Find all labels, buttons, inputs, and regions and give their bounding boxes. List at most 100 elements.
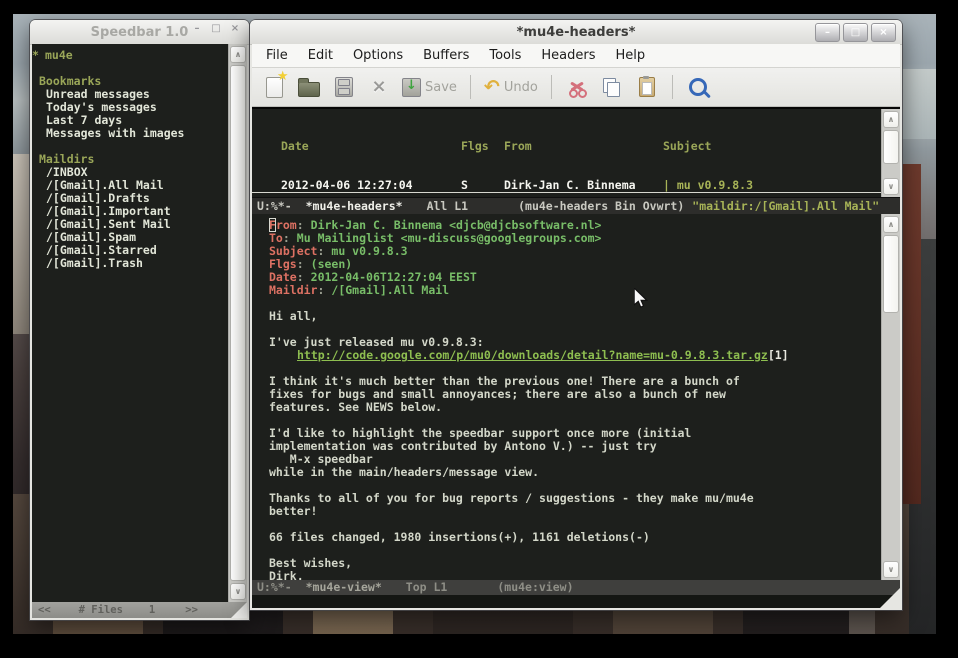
scrollbar-track[interactable] bbox=[883, 165, 899, 177]
speedbar-scrollbar[interactable]: ∧ ∨ bbox=[228, 44, 247, 602]
speedbar-root-label[interactable]: mu4e bbox=[45, 48, 73, 62]
minimize-icon[interactable]: – bbox=[189, 23, 205, 34]
scroll-down-icon[interactable]: ∨ bbox=[230, 583, 246, 600]
cut-button[interactable] bbox=[565, 79, 589, 96]
close-icon[interactable]: × bbox=[227, 23, 243, 34]
resize-grip[interactable] bbox=[231, 602, 247, 618]
speedbar-prev-button[interactable]: << bbox=[38, 604, 51, 616]
scroll-up-icon[interactable]: ∧ bbox=[230, 46, 246, 63]
menubar: File Edit Options Buffers Tools Headers … bbox=[252, 44, 900, 68]
speedbar-item-drafts[interactable]: /[Gmail].Drafts bbox=[32, 191, 228, 204]
new-file-button[interactable]: ★ bbox=[262, 77, 286, 98]
speedbar-item-last-7-days[interactable]: Last 7 days bbox=[32, 113, 228, 126]
speedbar-section-bookmarks: Bookmarks bbox=[32, 74, 228, 87]
minimize-icon[interactable]: – bbox=[815, 23, 840, 42]
kill-buffer-button[interactable]: × bbox=[367, 78, 391, 96]
save-button[interactable]: ↓ Save bbox=[402, 78, 457, 97]
modeline-buffer-name[interactable]: *mu4e-headers* bbox=[306, 200, 403, 213]
field-value: 2012-04-06T12:27:04 EEST bbox=[311, 270, 477, 284]
view-scrollbar[interactable]: ∧ ∨ bbox=[881, 214, 900, 580]
modeline-major-mode[interactable]: (mu4e-headers Bin Ovwrt) bbox=[518, 200, 684, 213]
cell-subject: | mu v0.9.8.3 bbox=[663, 179, 753, 192]
minibuffer[interactable] bbox=[252, 595, 900, 608]
message-line: Thanks to all of you for bug reports / s… bbox=[269, 492, 881, 505]
copy-icon bbox=[603, 78, 621, 96]
column-date[interactable]: Date bbox=[281, 140, 309, 153]
headers-scrollbar[interactable]: ∧ ∨ bbox=[881, 109, 900, 197]
scroll-down-icon[interactable]: ∨ bbox=[883, 178, 899, 195]
download-link[interactable]: http://code.google.com/p/mu0/downloads/d… bbox=[297, 348, 768, 362]
search-button[interactable] bbox=[686, 78, 710, 96]
scrollbar-track[interactable] bbox=[883, 314, 899, 560]
menu-help[interactable]: Help bbox=[606, 48, 656, 63]
file-cabinet-icon bbox=[335, 77, 353, 97]
column-subject[interactable]: Subject bbox=[663, 140, 711, 153]
emacs-titlebar[interactable]: *mu4e-headers* – □ × bbox=[250, 20, 902, 45]
headers-scrollbar-thumb[interactable] bbox=[883, 130, 899, 164]
speedbar-item-todays-messages[interactable]: Today's messages bbox=[32, 100, 228, 113]
speedbar-item-starred[interactable]: /[Gmail].Starred bbox=[32, 243, 228, 256]
emacs-frame: File Edit Options Buffers Tools Headers … bbox=[252, 44, 900, 608]
view-field-maildir: Maildir:/[Gmail].All Mail bbox=[269, 284, 881, 297]
copy-button[interactable] bbox=[600, 78, 624, 96]
speedbar-files-label: # Files bbox=[79, 604, 123, 616]
paste-button[interactable] bbox=[635, 77, 659, 97]
speedbar-next-button[interactable]: >> bbox=[185, 604, 198, 616]
expand-marker-icon[interactable]: * bbox=[32, 48, 39, 62]
menu-buffers[interactable]: Buffers bbox=[413, 48, 479, 63]
field-label: Subject bbox=[269, 244, 317, 258]
cut-icon bbox=[568, 79, 586, 96]
modeline-major-mode[interactable]: (mu4e:view) bbox=[497, 581, 573, 594]
field-value: /[Gmail].All Mail bbox=[331, 283, 449, 297]
field-value: Dirk-Jan C. Binnema <djcb@djcbsoftware.n… bbox=[311, 218, 602, 232]
message-line: Dirk. bbox=[269, 570, 881, 580]
speedbar-root-mu4e[interactable]: * mu4e bbox=[32, 48, 228, 61]
undo-button[interactable]: ↶ Undo bbox=[484, 78, 538, 97]
speedbar-titlebar[interactable]: Speedbar 1.0 – □ × bbox=[30, 20, 249, 45]
close-icon[interactable]: × bbox=[871, 23, 896, 42]
message-view: From:Dirk-Jan C. Binnema <djcb@djcbsoftw… bbox=[252, 214, 881, 580]
dired-button[interactable] bbox=[332, 77, 356, 97]
speedbar-item-all-mail[interactable]: /[Gmail].All Mail bbox=[32, 178, 228, 191]
search-icon bbox=[689, 78, 707, 96]
speedbar-item-messages-with-images[interactable]: Messages with images bbox=[32, 126, 228, 139]
maximize-icon[interactable]: □ bbox=[843, 23, 868, 42]
speedbar-scrollbar-thumb[interactable] bbox=[230, 65, 246, 581]
text-cursor: F bbox=[269, 218, 276, 232]
scroll-down-icon[interactable]: ∨ bbox=[883, 561, 899, 578]
toolbar-separator bbox=[672, 75, 673, 99]
header-row-selected[interactable]: 2012-04-06 12:27:04 S Dirk-Jan C. Binnem… bbox=[252, 179, 881, 193]
open-file-button[interactable] bbox=[297, 77, 321, 97]
menu-edit[interactable]: Edit bbox=[298, 48, 343, 63]
column-flags[interactable]: Flgs bbox=[461, 140, 489, 153]
maximize-icon[interactable]: □ bbox=[208, 23, 224, 34]
speedbar-item-sent-mail[interactable]: /[Gmail].Sent Mail bbox=[32, 217, 228, 230]
blank-line bbox=[32, 61, 228, 74]
menu-file[interactable]: File bbox=[256, 48, 298, 63]
speedbar-section-maildirs: Maildirs bbox=[32, 152, 228, 165]
speedbar-item-important[interactable]: /[Gmail].Important bbox=[32, 204, 228, 217]
speedbar-statusbar: << # Files 1 >> bbox=[32, 602, 247, 618]
scroll-up-icon[interactable]: ∧ bbox=[883, 216, 899, 233]
field-colon: : bbox=[317, 244, 324, 258]
column-from[interactable]: From bbox=[504, 140, 532, 153]
modeline-buffer-name[interactable]: *mu4e-view* bbox=[306, 581, 382, 594]
field-colon: : bbox=[297, 218, 304, 232]
modeline-flags: U:%*- bbox=[257, 200, 292, 213]
message-line: Best wishes, bbox=[269, 557, 881, 570]
speedbar-item-trash[interactable]: /[Gmail].Trash bbox=[32, 256, 228, 269]
message-line: while in the main/headers/message view. bbox=[269, 466, 881, 479]
scroll-up-icon[interactable]: ∧ bbox=[883, 111, 899, 128]
star-icon: ★ bbox=[277, 70, 289, 83]
menu-tools[interactable]: Tools bbox=[479, 48, 531, 63]
mu4e-headers-pane: Date Flgs From Subject 2012-04-06 12:27:… bbox=[252, 107, 900, 197]
speedbar-item-unread-messages[interactable]: Unread messages bbox=[32, 87, 228, 100]
menu-options[interactable]: Options bbox=[343, 48, 413, 63]
message-line bbox=[269, 544, 881, 557]
cell-from: Dirk-Jan C. Binnema bbox=[504, 179, 636, 192]
resize-grip[interactable] bbox=[880, 588, 900, 608]
speedbar-item-inbox[interactable]: /INBOX bbox=[32, 165, 228, 178]
view-scrollbar-thumb[interactable] bbox=[883, 235, 899, 313]
menu-headers[interactable]: Headers bbox=[531, 48, 605, 63]
speedbar-item-spam[interactable]: /[Gmail].Spam bbox=[32, 230, 228, 243]
